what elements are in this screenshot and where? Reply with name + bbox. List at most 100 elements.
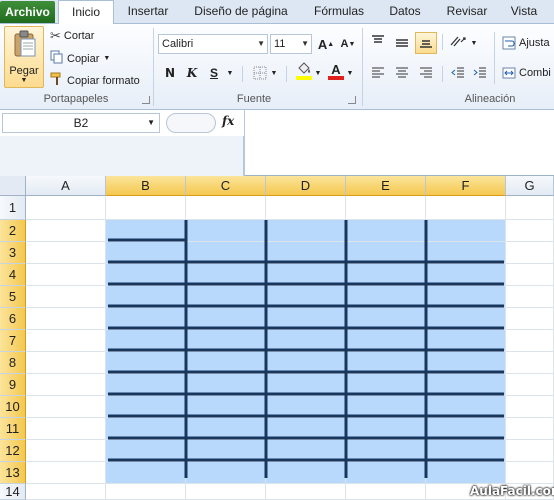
name-box[interactable]: B2 ▼ (2, 113, 160, 133)
font-color-icon: A (331, 61, 341, 77)
file-tab[interactable]: Archivo (0, 1, 55, 23)
chevron-down-icon: ▼ (346, 69, 354, 77)
wrap-text-icon (502, 36, 516, 50)
watermark-text: AulaFacil.com (470, 484, 554, 498)
font-color-dropdown[interactable]: ▼ (344, 64, 356, 82)
clipboard-dialog-launcher[interactable] (142, 96, 150, 104)
insert-function-icon[interactable]: fx (222, 114, 234, 128)
italic-button[interactable]: K (182, 64, 202, 82)
align-middle-button[interactable] (392, 34, 412, 52)
align-bottom-button[interactable] (415, 32, 437, 54)
font-size-combo[interactable]: 11 ▼ (270, 34, 312, 54)
align-bottom-icon (420, 40, 432, 48)
grow-font-icon: A (317, 36, 328, 52)
ribbon-tab-bar: Archivo Inicio Insertar Diseño de página… (0, 0, 554, 25)
fill-color-dropdown[interactable]: ▼ (312, 64, 324, 82)
text-orientation-icon (450, 36, 466, 47)
format-painter-button[interactable]: Copiar formato (50, 72, 140, 89)
clipboard-group-label: Portapapeles (43, 93, 109, 105)
orientation-dropdown[interactable]: ▼ (468, 34, 480, 52)
borders-dropdown[interactable]: ▼ (268, 64, 280, 82)
formula-bar-handle[interactable] (166, 113, 216, 133)
borders-icon (253, 66, 267, 80)
font-color-swatch (328, 75, 344, 80)
chevron-down-icon: ▼ (470, 39, 478, 47)
caret-down-icon: ▼ (348, 40, 356, 48)
decrease-indent-button[interactable] (448, 64, 468, 82)
font-dialog-launcher[interactable] (348, 96, 356, 104)
copy-button[interactable]: Copiar ▼ (50, 50, 110, 67)
chevron-down-icon: ▼ (20, 77, 28, 84)
align-middle-icon (396, 39, 408, 47)
merge-center-button[interactable]: Combi (502, 66, 551, 80)
cut-label: Cortar (63, 30, 95, 42)
caret-up-icon: ▲ (327, 40, 335, 48)
borders-button[interactable] (250, 64, 270, 82)
separator (242, 66, 243, 82)
chevron-down-icon: ▼ (270, 69, 278, 77)
separator (442, 34, 443, 50)
format-painter-label: Copiar formato (67, 74, 140, 87)
align-right-button[interactable] (416, 64, 436, 82)
scissors-icon: ✂ (50, 28, 61, 43)
decrease-indent-icon (451, 67, 464, 78)
increase-indent-icon (473, 67, 486, 78)
chevron-down-icon: ▼ (226, 69, 234, 77)
cut-button[interactable]: ✂ Cortar (50, 28, 94, 44)
underline-dropdown[interactable]: ▼ (224, 64, 236, 82)
separator (286, 66, 287, 82)
wrap-text-label: Ajusta (519, 37, 550, 49)
align-left-button[interactable] (368, 64, 388, 82)
fill-color-swatch (296, 76, 312, 80)
alignment-group-label: Alineación (464, 93, 516, 105)
shrink-font-button[interactable]: A ▼ (338, 35, 358, 53)
font-size-value: 11 (274, 38, 286, 50)
ribbon: Pegar ▼ ✂ Cortar Copiar ▼ Copiar formato P… (0, 24, 554, 110)
align-center-button[interactable] (392, 64, 412, 82)
wrap-text-button[interactable]: Ajusta (502, 36, 550, 50)
fill-color-button[interactable] (294, 62, 314, 80)
chevron-down-icon: ▼ (314, 69, 322, 77)
tab-formulas[interactable]: Fórmulas (306, 0, 372, 24)
copy-label: Copiar (67, 52, 100, 65)
paste-button[interactable]: Pegar ▼ (4, 26, 44, 88)
align-center-icon (396, 67, 408, 78)
font-group-label: Fuente (236, 93, 272, 105)
increase-indent-button[interactable] (470, 64, 490, 82)
formula-bar-left-area (0, 136, 244, 176)
merge-cells-icon (502, 67, 516, 79)
tab-home[interactable]: Inicio (58, 0, 114, 25)
formula-bar: B2 ▼ fx (0, 110, 554, 176)
orientation-button[interactable] (448, 32, 468, 50)
clipboard-icon (14, 30, 36, 57)
tab-data[interactable]: Datos (380, 0, 430, 24)
align-top-icon (372, 35, 384, 43)
align-right-icon (420, 67, 432, 78)
tab-view[interactable]: Vista (504, 0, 544, 24)
underline-button[interactable]: S (204, 64, 224, 82)
merge-center-label: Combi (519, 67, 551, 79)
paste-label: Pegar (9, 65, 39, 77)
tab-review[interactable]: Revisar (440, 0, 494, 24)
bold-button[interactable]: N (160, 64, 180, 82)
font-color-button[interactable]: A (326, 62, 346, 80)
bold-icon: N (164, 66, 176, 80)
font-name-combo[interactable]: Calibri ▼ (158, 34, 268, 54)
grow-font-button[interactable]: A ▲ (316, 35, 336, 53)
separator (442, 66, 443, 82)
underline-icon: S (209, 66, 218, 80)
formula-input[interactable] (246, 110, 554, 176)
tab-page-layout[interactable]: Diseño de página (184, 0, 298, 24)
copy-icon (50, 50, 64, 67)
italic-icon: K (186, 66, 198, 80)
align-top-button[interactable] (368, 32, 388, 50)
align-left-icon (372, 67, 384, 78)
paintbrush-icon (50, 72, 64, 89)
table-borders (108, 220, 504, 478)
paint-bucket-icon (298, 62, 310, 74)
font-name-value: Calibri (162, 38, 194, 50)
group-divider (362, 28, 363, 106)
chevron-down-icon: ▼ (103, 55, 111, 62)
tab-insert[interactable]: Insertar (118, 0, 178, 24)
shrink-font-icon: A (340, 38, 349, 50)
